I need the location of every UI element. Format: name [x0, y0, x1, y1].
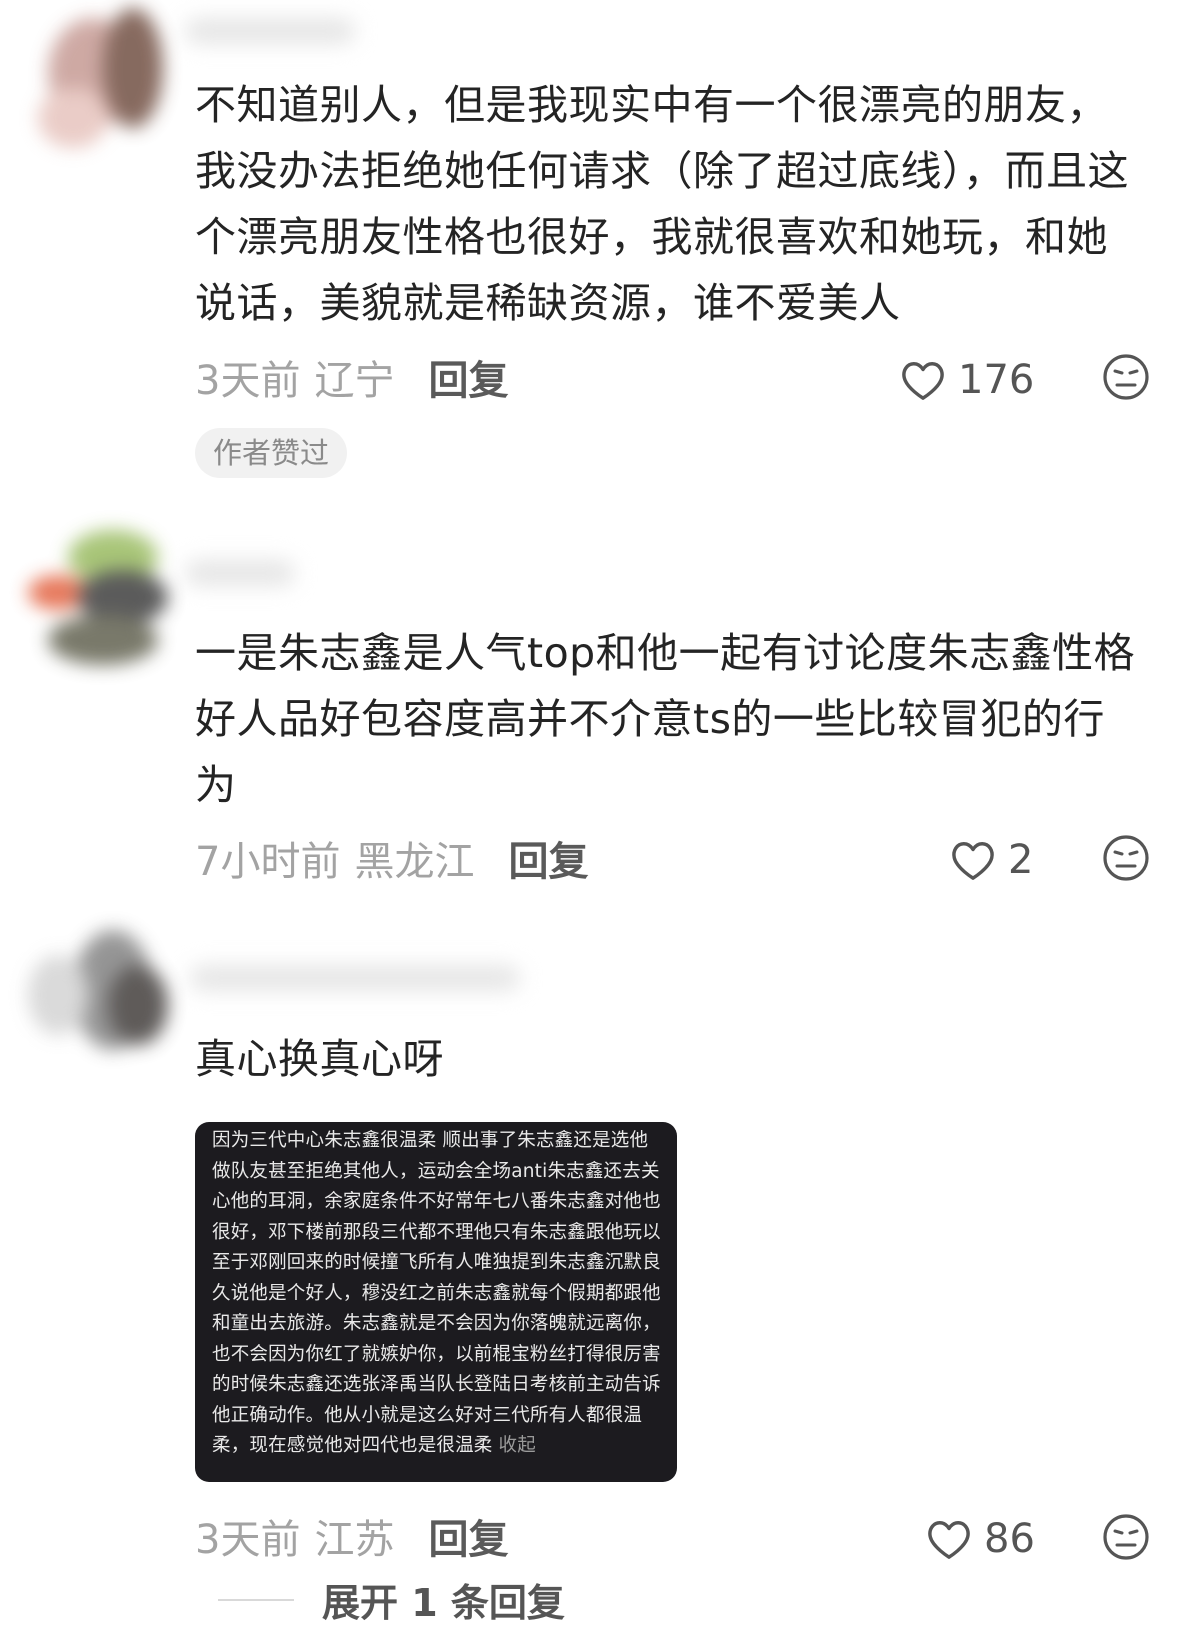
author-liked-badge: 作者赞过 [195, 428, 348, 478]
expand-replies-label: 展开 1 条回复 [322, 1581, 565, 1625]
expand-replies-button[interactable]: 展开 1 条回复 [218, 1572, 565, 1627]
neutral-face-icon[interactable] [1101, 1512, 1151, 1562]
reply-button[interactable]: 回复 [508, 829, 588, 887]
comment-location: 辽宁 [314, 358, 395, 404]
neutral-face-icon[interactable] [1101, 833, 1151, 883]
collapse-link[interactable]: 收起 [499, 1435, 536, 1456]
comment-image[interactable]: 因为三代中心朱志鑫很温柔 顺出事了朱志鑫还是选他做队友甚至拒绝其他人，运动会全场… [195, 1122, 677, 1482]
comment-text: 不知道别人，但是我现实中有一个很漂亮的朋友，我没办法拒绝她任何请求（除了超过底线… [195, 81, 1129, 327]
reply-button[interactable]: 回复 [428, 1507, 508, 1565]
username-blurred[interactable] [185, 18, 355, 44]
like-count: 2 [1008, 837, 1034, 883]
comment-meta: 3天前 辽宁 回复 [195, 347, 508, 407]
heart-outline-icon [902, 362, 944, 400]
comment-time: 7小时前 [195, 839, 341, 885]
comment-text: 真心换真心呀 [195, 1035, 444, 1083]
neutral-face-icon[interactable] [1101, 352, 1151, 402]
heart-outline-icon [952, 842, 994, 880]
avatar[interactable] [18, 925, 178, 1075]
username-blurred[interactable] [185, 560, 295, 586]
like-button[interactable]: 2 [950, 830, 1033, 890]
comment-meta: 7小时前 黑龙江 回复 [195, 828, 588, 888]
like-count: 176 [958, 357, 1035, 403]
reply-button[interactable]: 回复 [428, 348, 508, 406]
comment-time: 3天前 [195, 358, 301, 404]
heart-outline-icon [928, 1521, 970, 1559]
comment-time: 3天前 [195, 1517, 301, 1563]
like-button[interactable]: 176 [900, 350, 1034, 410]
like-button[interactable]: 86 [926, 1509, 1035, 1569]
like-count: 86 [984, 1516, 1035, 1562]
avatar[interactable] [18, 8, 178, 158]
divider-line [218, 1598, 294, 1601]
avatar[interactable] [18, 525, 178, 675]
comment-meta: 3天前 江苏 回复 [195, 1506, 508, 1566]
username-blurred[interactable] [190, 965, 520, 991]
comment-text: 一是朱志鑫是人气top和他一起有讨论度朱志鑫性格好人品好包容度高并不介意ts的一… [195, 629, 1136, 809]
comment-location: 黑龙江 [354, 839, 475, 885]
image-text: 因为三代中心朱志鑫很温柔 顺出事了朱志鑫还是选他做队友甚至拒绝其他人，运动会全场… [212, 1130, 661, 1456]
comment-location: 江苏 [314, 1517, 395, 1563]
